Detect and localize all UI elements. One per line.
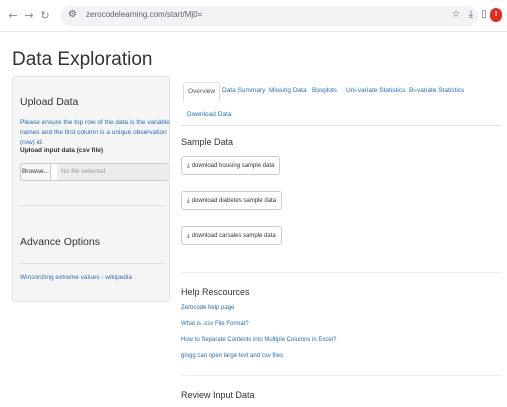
help-link-glogg[interactable]: glogg can open large text and csv files xyxy=(181,353,283,359)
sidebar-divider xyxy=(20,205,164,206)
help-link-excel-columns[interactable]: How to Separate Contents into Multiple C… xyxy=(181,337,336,343)
winsorizing-link[interactable]: Winsorizing extreme values - wikipedia xyxy=(20,274,132,281)
tab-overview[interactable]: Overview xyxy=(183,82,221,102)
browse-button[interactable]: Browse... xyxy=(21,164,51,180)
sidebar-panel: Upload Data Please ensure the top row of… xyxy=(12,76,170,302)
file-input[interactable]: Browse... No file selected xyxy=(20,163,169,181)
upload-note: Please ensure the top row of the data is… xyxy=(20,119,170,146)
sample-data-title: Sample Data xyxy=(181,137,234,147)
download-housing-button[interactable]: ⤓ download housing sample data xyxy=(181,156,281,175)
download-icon[interactable]: ⤓ xyxy=(464,8,478,22)
forward-icon[interactable]: → xyxy=(22,9,36,23)
input-label: Upload input data (csv file) xyxy=(20,147,104,154)
advance-options-heading[interactable]: Advance Options xyxy=(20,236,100,248)
tab-data-summary[interactable]: Data Summary xyxy=(218,84,269,97)
reload-icon[interactable]: ↻ xyxy=(38,9,52,23)
tab-download-data[interactable]: Download Data xyxy=(183,108,235,121)
sidebar-divider xyxy=(20,263,164,264)
download-diabetes-button[interactable]: ⤓ download diabetes sample data xyxy=(181,191,283,210)
address-bar[interactable]: ⚙ zerocodelearning.com/start/Mj0= xyxy=(60,6,478,26)
review-title: Review Input Data xyxy=(181,390,255,400)
help-link-zerocode[interactable]: Zerocode help page xyxy=(181,305,234,311)
tab-bivariate-statistics[interactable]: Bi-variate Statistics xyxy=(405,84,468,97)
upload-heading: Upload Data xyxy=(20,96,79,108)
help-link-csv-format[interactable]: What is .csv File Format? xyxy=(181,321,249,327)
download-carsales-button[interactable]: ⤓ download carsales sample data xyxy=(181,226,282,245)
tab-bar: Overview Data Summary Missing Data Boxpl… xyxy=(181,80,501,126)
download-housing-label: download housing sample data xyxy=(191,163,275,169)
help-title: Help Rescources xyxy=(181,287,250,297)
star-icon[interactable]: ☆ xyxy=(449,8,463,22)
download-diabetes-label: download diabetes sample data xyxy=(191,198,277,204)
download-icon: ⤓ xyxy=(187,162,190,169)
page-title: Data Exploration xyxy=(12,49,153,70)
file-status: No file selected xyxy=(57,164,169,180)
url-text[interactable]: zerocodelearning.com/start/Mj0= xyxy=(86,10,202,19)
tab-boxplots[interactable]: Boxplots xyxy=(308,84,341,97)
download-icon: ⤓ xyxy=(187,232,190,239)
download-carsales-label: download carsales sample data xyxy=(191,233,276,239)
tab-univariate-statistics[interactable]: Uni-variate Statistics xyxy=(342,84,409,97)
profile-icon[interactable]: ! xyxy=(490,8,502,22)
section-divider xyxy=(181,272,501,273)
download-icon: ⤓ xyxy=(187,197,190,204)
site-info-icon[interactable]: ⚙ xyxy=(68,9,77,20)
reading-list-icon[interactable]: ▯ xyxy=(477,8,491,22)
back-icon[interactable]: ← xyxy=(6,9,20,23)
section-divider xyxy=(181,375,501,376)
browser-toolbar: ← → ↻ ⚙ zerocodelearning.com/start/Mj0= … xyxy=(0,0,507,32)
tab-missing-data[interactable]: Missing Data xyxy=(265,84,311,97)
